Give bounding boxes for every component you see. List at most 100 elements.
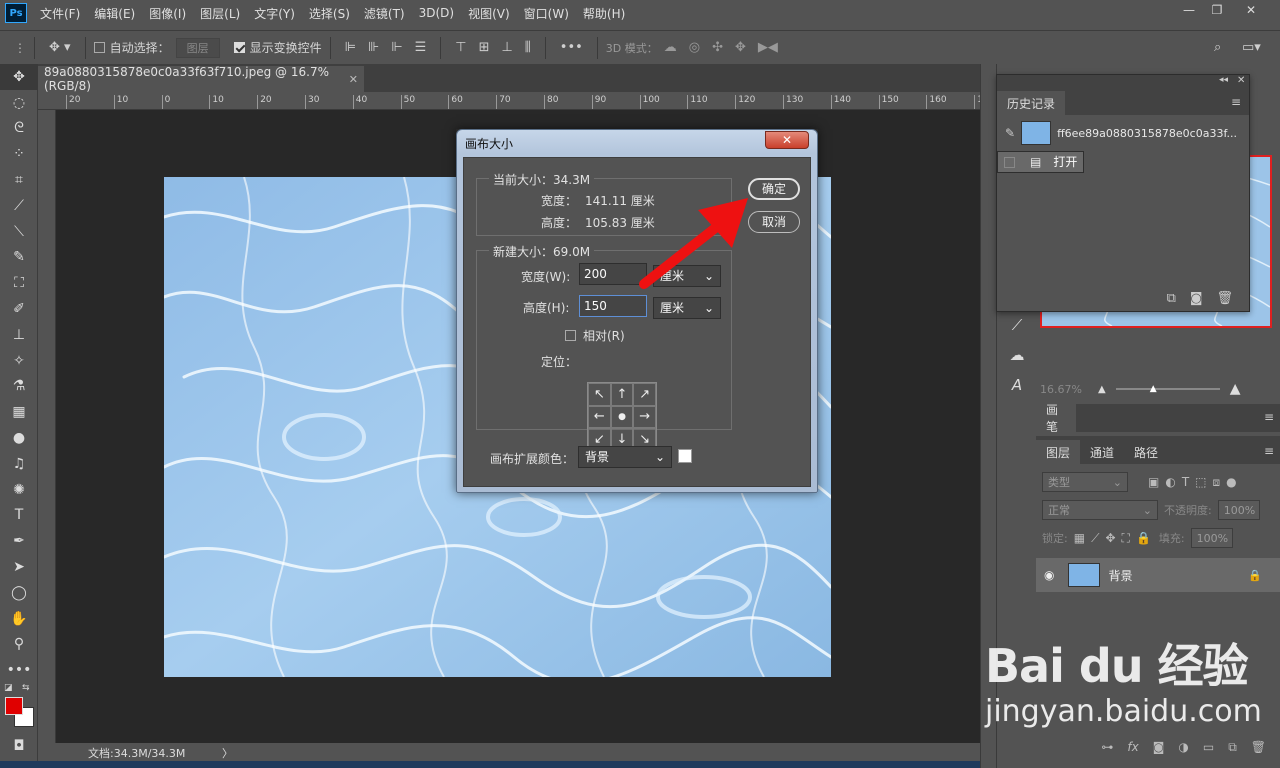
distribute-vertical-icon[interactable]: ⫼	[525, 40, 531, 55]
tab-channels[interactable]: 通道	[1080, 440, 1124, 464]
new-snapshot-icon[interactable]: ◙	[1190, 291, 1203, 306]
relative-checkbox[interactable]	[565, 330, 576, 341]
history-brush-source-icon[interactable]: ✎	[1005, 126, 1015, 140]
foreground-color-swatch[interactable]	[5, 697, 23, 716]
type-tool-icon[interactable]: T	[0, 503, 38, 529]
new-adjustment-icon[interactable]: ◑	[1178, 740, 1188, 754]
zoom-slider[interactable]: ▲	[1115, 384, 1220, 394]
gradient-box-icon[interactable]: ▦	[0, 399, 38, 425]
eraser-tool-icon[interactable]: ⊥	[0, 322, 38, 348]
opacity-field[interactable]: 100%	[1217, 500, 1260, 520]
align-middle-icon[interactable]: ⊞	[479, 40, 490, 55]
layer-filter-select[interactable]: 类型 ⌄	[1042, 472, 1128, 492]
history-menu-icon[interactable]: ≡	[1231, 95, 1241, 109]
new-group-icon[interactable]: ▭	[1203, 740, 1214, 754]
hand-tool-icon[interactable]: ✋	[0, 606, 38, 632]
window-close-button[interactable]: ✕	[1238, 3, 1264, 21]
filter-pixel-icon[interactable]: ▣	[1148, 475, 1159, 489]
brush-tool-icon[interactable]: ✎	[0, 245, 38, 271]
align-bottom-icon[interactable]: ⊥	[501, 40, 512, 55]
menu-select[interactable]: 选择(S)	[302, 5, 357, 22]
auto-select-dropdown[interactable]: 图层	[175, 37, 220, 58]
brush-settings-icon[interactable]: ⟋	[997, 310, 1037, 340]
document-tab[interactable]: 89a0880315878e0c0a33f63f710.jpeg @ 16.7%…	[38, 65, 364, 93]
lock-image-icon[interactable]: ⟋	[1091, 531, 1099, 546]
anchor-right[interactable]: →	[633, 405, 656, 429]
lasso-tool-icon[interactable]: ᘓ	[0, 116, 38, 142]
layer-style-icon[interactable]: fx	[1127, 740, 1138, 754]
history-snapshot[interactable]: ✎ ff6ee89a0880315878e0c0a33f...	[997, 115, 1249, 151]
link-layers-icon[interactable]: ⊶	[1101, 740, 1113, 754]
paint-bucket-tool-icon[interactable]: ⚗	[0, 374, 38, 400]
menu-file[interactable]: 文件(F)	[33, 5, 87, 22]
tab-brush[interactable]: 画笔	[1036, 403, 1076, 434]
tab-paths[interactable]: 路径	[1124, 440, 1168, 464]
layer-visibility-eye-icon[interactable]: ◉	[1044, 568, 1054, 582]
layer-background[interactable]: ◉ 背景 🔒	[1036, 558, 1280, 592]
more-options-icon[interactable]: •••	[560, 40, 583, 55]
tab-history[interactable]: 历史记录	[997, 91, 1066, 115]
sponge-tool-icon[interactable]: ✺	[0, 477, 38, 503]
show-transform-checkbox[interactable]	[233, 42, 245, 53]
anchor-top[interactable]: ↑	[610, 383, 634, 406]
healing-brush-tool-icon[interactable]: ⟍	[0, 219, 38, 245]
menu-edit[interactable]: 编辑(E)	[87, 5, 142, 22]
filter-toggle-icon[interactable]: ●	[1226, 475, 1236, 489]
fill-field[interactable]: 100%	[1190, 528, 1233, 548]
zoom-slider-handle[interactable]: ▲	[1150, 384, 1157, 394]
clone-stamp-tool-icon[interactable]: ⛶	[0, 270, 38, 296]
width-unit-select[interactable]: 厘米 ⌄	[653, 265, 721, 287]
menu-view[interactable]: 视图(V)	[461, 5, 517, 22]
anchor-left[interactable]: ←	[588, 405, 611, 429]
path-select-tool-icon[interactable]: ➤	[0, 554, 38, 580]
delete-layer-icon[interactable]: 🗑	[1251, 740, 1266, 754]
add-mask-icon[interactable]: ◙	[1153, 740, 1165, 754]
cancel-button[interactable]: 取消	[748, 211, 800, 233]
menu-image[interactable]: 图像(I)	[142, 5, 193, 22]
more-tools-icon[interactable]: •••	[0, 657, 38, 683]
align-top-icon[interactable]: ⊤	[455, 40, 466, 55]
quick-select-tool-icon[interactable]: ⁘	[0, 141, 38, 167]
dodge-tool-icon[interactable]: ♫	[0, 451, 38, 477]
brush-menu-icon[interactable]: ≡	[1264, 410, 1274, 424]
new-document-from-state-icon[interactable]: ⧉	[1167, 291, 1176, 306]
status-menu-arrow[interactable]: 〉	[222, 745, 233, 761]
height-unit-select[interactable]: 厘米 ⌄	[653, 297, 721, 319]
3d-rotate-icon[interactable]: ☁	[664, 40, 677, 55]
filter-adjustment-icon[interactable]: ◐	[1165, 475, 1175, 489]
dialog-close-button[interactable]: ✕	[765, 131, 809, 149]
restore-button[interactable]: ❐	[1204, 3, 1230, 21]
zoom-in-icon[interactable]: ▲	[1230, 381, 1241, 397]
align-right-icon[interactable]: ⊩	[391, 40, 402, 55]
zoom-tool-icon[interactable]: ⚲	[0, 632, 38, 658]
anchor-top-right[interactable]: ↗	[633, 383, 656, 406]
move-tool-preset-icon[interactable]: ✥ ▾	[49, 40, 71, 55]
blur-tool-icon[interactable]: ●	[0, 425, 38, 451]
collapse-panel-icon[interactable]: ◂◂	[1219, 75, 1228, 85]
pen-tool-icon[interactable]: ✒	[0, 528, 38, 554]
character-icon[interactable]: A	[997, 370, 1037, 400]
menu-help[interactable]: 帮助(H)	[576, 5, 632, 22]
libraries-icon[interactable]: ☁	[997, 340, 1037, 370]
filter-shape-icon[interactable]: ⬚	[1195, 475, 1206, 489]
distribute-icon[interactable]: ☰	[415, 40, 427, 55]
extension-color-swatch[interactable]	[678, 449, 692, 463]
delete-state-icon[interactable]: 🗑	[1216, 291, 1233, 306]
minimize-button[interactable]: —	[1176, 3, 1202, 21]
auto-select-checkbox[interactable]	[93, 42, 105, 53]
blend-mode-select[interactable]: 正常 ⌄	[1042, 500, 1158, 520]
menu-3d[interactable]: 3D(D)	[412, 6, 461, 20]
default-colors-icon[interactable]: ◪	[4, 683, 13, 693]
navigator-zoom-value[interactable]: 16.67%	[1040, 383, 1098, 396]
document-tab-close-icon[interactable]: ✕	[349, 73, 358, 86]
menu-layer[interactable]: 图层(L)	[193, 5, 247, 22]
ellipse-tool-icon[interactable]: ◯	[0, 580, 38, 606]
gradient-tool-icon[interactable]: ✧	[0, 348, 38, 374]
new-layer-icon[interactable]: ⧉	[1228, 740, 1237, 755]
lock-transparent-icon[interactable]: ▦	[1074, 531, 1085, 545]
quick-mask-icon[interactable]: ◘	[0, 733, 38, 759]
menu-filter[interactable]: 滤镜(T)	[357, 5, 412, 22]
eyedropper-tool-icon[interactable]: ⟋	[0, 193, 38, 219]
lock-position-icon[interactable]: ✥	[1105, 531, 1115, 545]
search-icon[interactable]: ⌕	[1214, 40, 1221, 55]
